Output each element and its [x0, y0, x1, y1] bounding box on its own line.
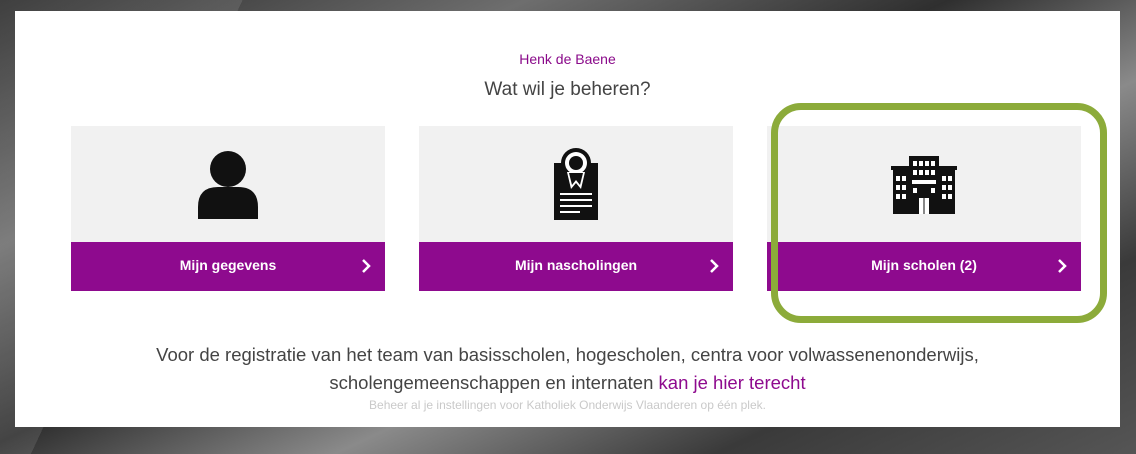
user-name: Henk de Baene	[519, 51, 616, 67]
registration-link[interactable]: kan je hier terecht	[659, 372, 806, 393]
school-building-icon	[891, 156, 957, 214]
card-label: Mijn scholen (2)	[871, 257, 977, 273]
person-icon	[198, 151, 258, 219]
tagline: Beheer al je instellingen voor Katholiek…	[369, 398, 766, 412]
card-action-bar[interactable]: Mijn scholen (2)	[767, 242, 1081, 291]
registration-line2: scholengemeenschappen en internaten	[329, 372, 654, 393]
card-icon-area	[767, 126, 1081, 242]
chevron-right-icon	[710, 259, 719, 273]
card-icon-area	[419, 126, 733, 242]
chevron-right-icon	[362, 259, 371, 273]
card-label: Mijn gegevens	[179, 257, 277, 273]
chevron-right-icon	[1058, 259, 1067, 273]
card-action-bar[interactable]: Mijn nascholingen	[419, 242, 733, 291]
card-mijn-nascholingen[interactable]: Mijn nascholingen	[419, 126, 733, 291]
certificate-icon	[554, 148, 598, 220]
page-question: Wat wil je beheren?	[484, 79, 651, 100]
card-label: Mijn nascholingen	[514, 257, 638, 273]
card-mijn-gegevens[interactable]: Mijn gegevens	[71, 126, 385, 291]
registration-text: Voor de registratie van het team van bas…	[15, 341, 1120, 397]
card-mijn-scholen[interactable]: Mijn scholen (2)	[767, 126, 1081, 291]
registration-line1: Voor de registratie van het team van bas…	[156, 344, 979, 365]
card-icon-area	[71, 126, 385, 242]
main-panel: Henk de Baene Wat wil je beheren? Mijn g…	[15, 11, 1120, 427]
card-action-bar[interactable]: Mijn gegevens	[71, 242, 385, 291]
